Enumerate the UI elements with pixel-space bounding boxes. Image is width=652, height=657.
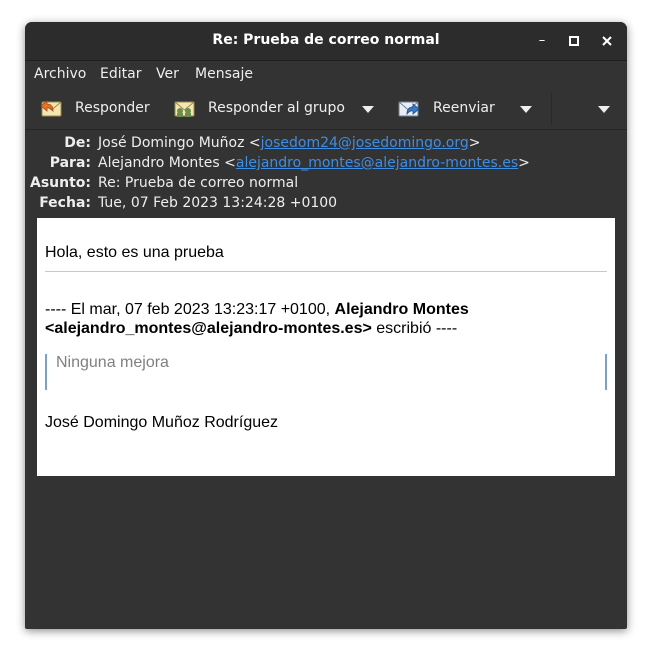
reply-label: Responder: [75, 100, 150, 116]
quoted-text: Ninguna mejora: [56, 354, 169, 371]
menu-editar[interactable]: Editar: [100, 66, 141, 82]
email-window: Re: Prueba de correo normal – Archivo Ed…: [25, 22, 627, 629]
from-email-link[interactable]: josedom24@josedomingo.org: [261, 135, 469, 151]
header-from: De: José Domingo Muñoz <josedom24@josedo…: [25, 135, 627, 155]
to-label: Para:: [49, 155, 91, 171]
subject-label: Asunto:: [29, 175, 91, 191]
quote-attribution: ---- El mar, 07 feb 2023 13:23:17 +0100,…: [45, 301, 469, 337]
from-value: José Domingo Muñoz <josedom24@josedoming…: [98, 135, 481, 151]
subject-value: Re: Prueba de correo normal: [98, 175, 299, 191]
message-body[interactable]: Hola, esto es una prueba ---- El mar, 07…: [37, 218, 615, 476]
to-value: Alejandro Montes <alejandro_montes@aleja…: [98, 155, 530, 171]
menu-ver[interactable]: Ver: [156, 66, 179, 82]
forward-dropdown-arrow[interactable]: [520, 106, 532, 113]
header-date: Fecha: Tue, 07 Feb 2023 13:24:28 +0100: [25, 195, 627, 215]
reply-all-dropdown-arrow[interactable]: [362, 106, 374, 113]
minimize-button[interactable]: –: [530, 30, 554, 52]
reply-icon: [40, 100, 62, 117]
from-label: De:: [64, 135, 91, 151]
maximize-icon: [569, 36, 579, 46]
body-greeting: Hola, esto es una prueba: [45, 244, 224, 261]
reply-all-button[interactable]: Responder al grupo: [166, 88, 346, 129]
date-label: Fecha:: [39, 195, 91, 211]
close-icon: [602, 36, 612, 46]
reply-all-label: Responder al grupo: [208, 100, 345, 116]
date-value: Tue, 07 Feb 2023 13:24:28 +0100: [98, 195, 338, 211]
forward-button[interactable]: Reenviar: [391, 88, 511, 129]
toolbar-overflow-arrow[interactable]: [598, 106, 610, 113]
signature: José Domingo Muñoz Rodríguez: [45, 414, 279, 431]
close-button[interactable]: [595, 30, 619, 52]
title-bar[interactable]: Re: Prueba de correo normal –: [25, 22, 627, 61]
forward-label: Reenviar: [433, 100, 495, 116]
menu-archivo[interactable]: Archivo: [34, 66, 86, 82]
menu-bar: Archivo Editar Ver Mensaje: [25, 61, 627, 88]
body-divider: [45, 271, 607, 272]
maximize-button[interactable]: [562, 30, 586, 52]
header-to: Para: Alejandro Montes <alejandro_montes…: [25, 155, 627, 175]
quoted-block: Ninguna mejora: [45, 354, 607, 390]
toolbar-separator: [551, 92, 552, 125]
toolbar: Responder Responder al grupo Reenviar: [25, 88, 627, 130]
header-subject: Asunto: Re: Prueba de correo normal: [25, 175, 627, 195]
reply-button[interactable]: Responder: [31, 88, 151, 129]
forward-icon: [398, 101, 420, 117]
reply-all-icon: [174, 101, 195, 117]
to-email-link[interactable]: alejandro_montes@alejandro-montes.es: [236, 155, 518, 171]
menu-mensaje[interactable]: Mensaje: [195, 66, 253, 82]
